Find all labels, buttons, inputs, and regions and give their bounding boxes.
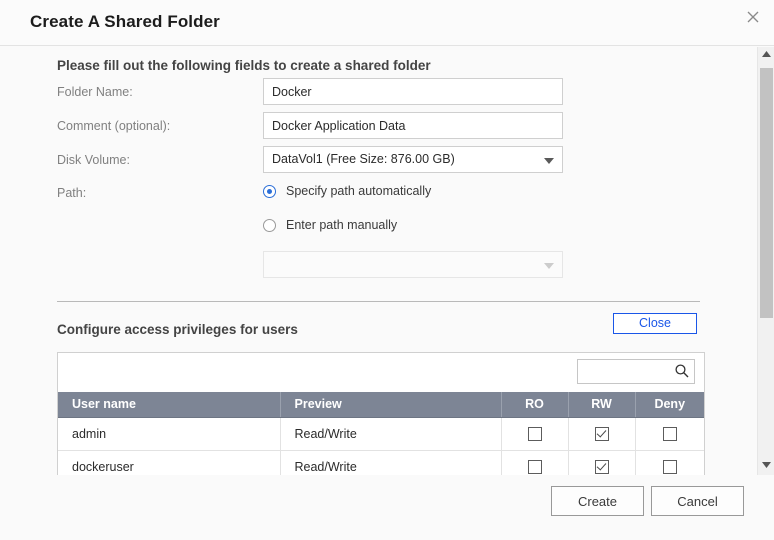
comment-label: Comment (optional): (57, 119, 171, 133)
dialog-content: Please fill out the following fields to … (0, 47, 757, 475)
cell-ro (501, 450, 569, 475)
folder-name-input[interactable] (263, 78, 563, 105)
users-table: User name Preview RO RW Deny admin Read/… (58, 392, 704, 475)
scrollbar-thumb[interactable] (760, 68, 773, 318)
column-header-deny: Deny (635, 392, 704, 418)
chevron-down-icon-disabled (544, 263, 554, 269)
search-box[interactable] (577, 359, 695, 384)
checkbox-deny[interactable] (662, 459, 677, 474)
manual-path-select[interactable] (263, 251, 563, 278)
chevron-down-icon (544, 158, 554, 164)
scroll-down-arrow-icon[interactable] (758, 458, 774, 475)
cell-deny (635, 450, 704, 475)
table-row: dockeruser Read/Write (58, 450, 704, 475)
checkbox-ro[interactable] (527, 459, 542, 474)
table-row: admin Read/Write (58, 417, 704, 451)
search-input[interactable] (578, 360, 674, 383)
cell-deny (635, 417, 704, 451)
cell-username: dockeruser (58, 450, 281, 475)
checkbox-ro[interactable] (527, 426, 542, 441)
checkbox-rw[interactable] (594, 459, 609, 474)
checkbox-rw[interactable] (594, 426, 609, 441)
close-x-icon[interactable] (740, 4, 766, 30)
table-header-row: User name Preview RO RW Deny (58, 392, 704, 418)
radio-icon-unselected (263, 219, 276, 232)
cell-username: admin (58, 417, 281, 451)
form-intro: Please fill out the following fields to … (57, 58, 431, 73)
radio-label-auto: Specify path automatically (286, 184, 432, 198)
cell-rw (568, 450, 636, 475)
dialog-title: Create A Shared Folder (30, 12, 220, 31)
disk-volume-select[interactable]: DataVol1 (Free Size: 876.00 GB) (263, 146, 563, 173)
path-label: Path: (57, 186, 87, 200)
column-header-preview: Preview (280, 392, 502, 418)
scroll-up-arrow-icon[interactable] (758, 47, 774, 64)
cell-ro (501, 417, 569, 451)
section-divider (57, 301, 700, 302)
privileges-section-title: Configure access privileges for users (57, 322, 298, 337)
create-shared-folder-dialog: Create A Shared Folder Please fill out t… (0, 0, 774, 540)
column-header-ro: RO (501, 392, 569, 418)
folder-name-label: Folder Name: (57, 85, 133, 99)
column-header-rw: RW (568, 392, 636, 418)
cell-preview: Read/Write (280, 417, 502, 451)
column-header-username: User name (58, 392, 281, 418)
close-privileges-button[interactable]: Close (613, 313, 697, 334)
create-button[interactable]: Create (551, 486, 644, 516)
comment-input[interactable] (263, 112, 563, 139)
checkbox-deny[interactable] (662, 426, 677, 441)
search-icon[interactable] (674, 363, 690, 379)
radio-icon-selected (263, 185, 276, 198)
vertical-scrollbar[interactable] (757, 47, 774, 475)
cell-preview: Read/Write (280, 450, 502, 475)
disk-volume-label: Disk Volume: (57, 153, 130, 167)
grid-toolbar (58, 353, 704, 392)
radio-label-manual: Enter path manually (286, 218, 398, 232)
dialog-titlebar: Create A Shared Folder (0, 0, 774, 46)
dialog-footer: Create Cancel (0, 475, 774, 540)
user-privileges-grid: User name Preview RO RW Deny admin Read/… (57, 352, 705, 475)
cell-rw (568, 417, 636, 451)
cancel-button[interactable]: Cancel (651, 486, 744, 516)
disk-volume-value: DataVol1 (Free Size: 876.00 GB) (272, 152, 455, 166)
